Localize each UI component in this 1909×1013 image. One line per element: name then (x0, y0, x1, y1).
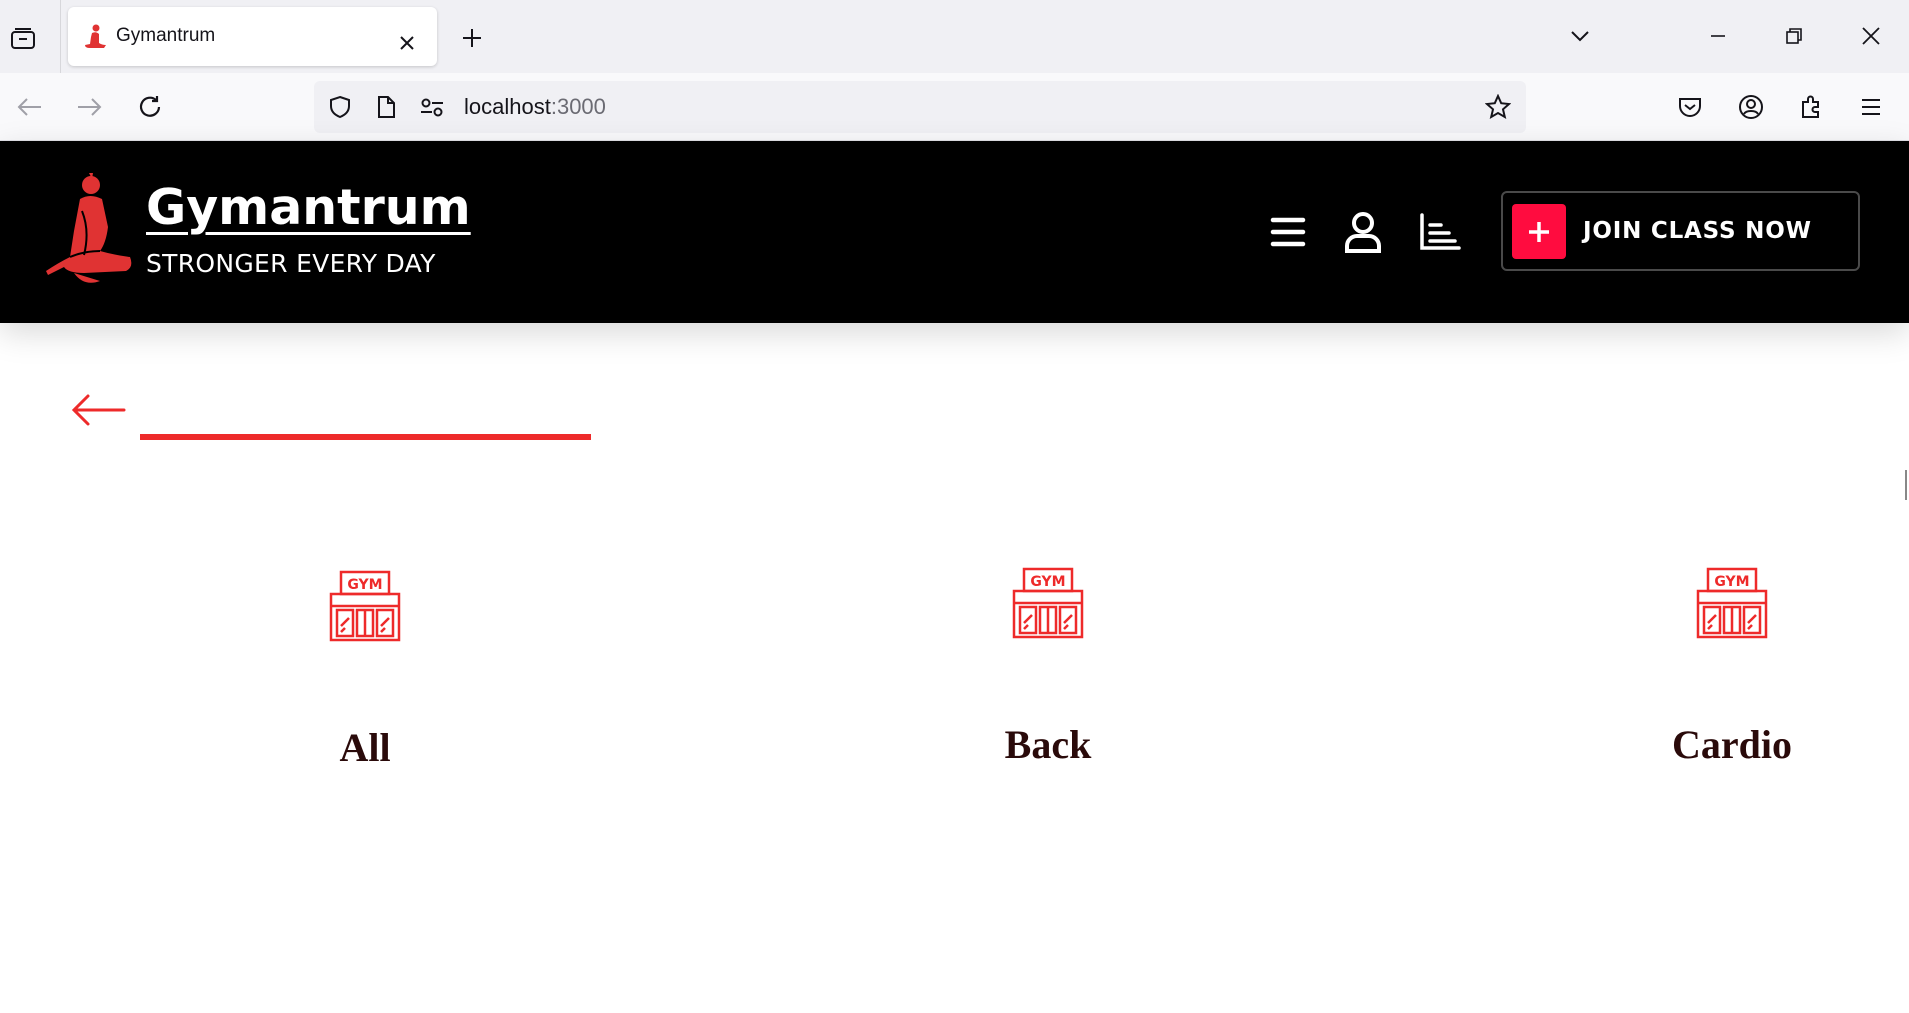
app-menu-icon[interactable] (1851, 87, 1891, 127)
minimize-icon[interactable] (1696, 18, 1740, 54)
hamburger-menu-icon[interactable] (1263, 207, 1313, 257)
pocket-icon[interactable] (1670, 87, 1710, 127)
site-header: Gymantrum STRONGER EVERY DAY JOIN CLASS … (0, 141, 1909, 323)
gym-logo-favicon-icon (85, 24, 106, 48)
browser-nav-bar: localhost:3000 (0, 73, 1909, 141)
svg-text:GYM: GYM (1030, 574, 1065, 590)
plus-icon (1512, 204, 1566, 259)
close-tab-icon[interactable] (390, 29, 424, 57)
svg-text:GYM: GYM (1714, 574, 1749, 590)
account-icon[interactable] (1731, 87, 1771, 127)
bookmark-star-icon[interactable] (1484, 93, 1512, 121)
category-card-all[interactable]: GYM All (215, 570, 515, 771)
tab-separator (60, 0, 61, 73)
gym-building-icon: GYM (1012, 567, 1084, 639)
category-label: Back (1004, 722, 1092, 767)
tab-list-chevron-icon[interactable] (1558, 18, 1602, 54)
page-icon[interactable] (372, 93, 400, 121)
url-text[interactable]: localhost:3000 (464, 94, 606, 120)
back-arrow-icon[interactable] (70, 390, 130, 430)
stats-chart-icon[interactable] (1415, 207, 1465, 257)
gym-building-icon: GYM (1696, 567, 1768, 639)
gym-building-icon: GYM (329, 570, 401, 642)
scrollbar-thumb[interactable] (1905, 470, 1907, 500)
user-profile-icon[interactable] (1338, 207, 1388, 257)
brand-name-link[interactable]: Gymantrum (146, 181, 471, 235)
category-label: All (339, 725, 391, 770)
join-class-now-label: JOIN CLASS NOW (1583, 218, 1812, 244)
brand-tagline: STRONGER EVERY DAY (146, 248, 436, 278)
reload-icon[interactable] (130, 87, 170, 127)
browser-tab[interactable]: Gymantrum (68, 7, 437, 66)
restore-icon[interactable] (1772, 18, 1816, 54)
back-nav-icon[interactable] (10, 87, 50, 127)
extensions-icon[interactable] (1791, 87, 1831, 127)
tab-overview-icon[interactable] (6, 22, 40, 56)
join-class-now-button[interactable]: JOIN CLASS NOW (1501, 191, 1860, 271)
browser-tab-bar: Gymantrum (0, 0, 1909, 73)
address-bar[interactable]: localhost:3000 (314, 81, 1526, 133)
close-window-icon[interactable] (1849, 18, 1893, 54)
site-permissions-icon[interactable] (418, 93, 446, 121)
category-card-back[interactable]: GYM Back (898, 567, 1198, 768)
category-card-cardio[interactable]: GYM Cardio (1582, 567, 1882, 768)
forward-nav-icon[interactable] (69, 87, 109, 127)
title-underline (140, 434, 591, 440)
category-label: Cardio (1672, 722, 1792, 767)
new-tab-icon[interactable] (454, 20, 490, 56)
tab-title: Gymantrum (116, 25, 216, 46)
shield-icon[interactable] (326, 93, 354, 121)
gym-logo-icon[interactable] (44, 171, 134, 289)
svg-text:GYM: GYM (347, 577, 382, 593)
brand: Gymantrum STRONGER EVERY DAY (146, 181, 471, 278)
